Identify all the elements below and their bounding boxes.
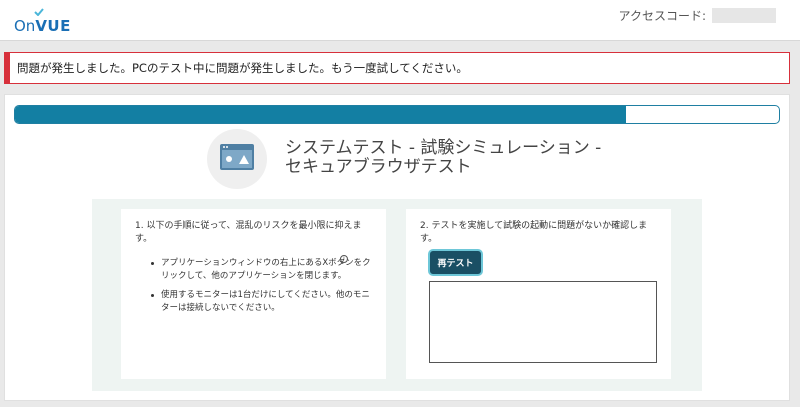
instruction-item: 使用するモニターは1台だけにしてください。他のモニターは接続しないでください。 <box>151 290 370 313</box>
page-title-line2: セキュアブラウザテスト <box>285 157 472 177</box>
progress-fill <box>15 106 627 123</box>
retest-card: 2. テストを実施して試験の起動に問題がないか確認します。 再テスト <box>406 209 671 379</box>
access-code: アクセスコード: <box>619 7 776 23</box>
logo-text-on: On <box>14 17 36 35</box>
access-code-value <box>712 7 776 23</box>
browser-window-icon <box>207 129 267 189</box>
header-bar: On VUE アクセスコード: <box>0 0 800 41</box>
browser-window-icon-graphic <box>220 144 254 170</box>
step-2-text: 2. テストを実施して試験の起動に問題がないか確認します。 <box>420 221 648 244</box>
page-title: システムテスト - 試験シミュレーション - セキュアブラウザテスト <box>285 139 625 177</box>
progress-bar <box>14 105 780 124</box>
instruction-list: アプリケーションウィンドウの右上にあるXボタンをクリックして、他のアプリケーショ… <box>151 257 371 321</box>
onvue-logo: On VUE <box>14 8 71 35</box>
instructions-card: 1. 以下の手順に従って、混乱のリスクを最小限に抑えます。 アプリケーションウィ… <box>121 209 386 379</box>
retest-button[interactable]: 再テスト <box>428 249 483 276</box>
info-icon[interactable]: i <box>340 255 348 263</box>
alert-accent-bar <box>5 53 10 83</box>
system-test-panel: システムテスト - 試験シミュレーション - セキュアブラウザテスト 1. 以下… <box>4 94 790 401</box>
test-result-box <box>429 281 657 363</box>
alert-message: 問題が発生しました。PCのテスト中に問題が発生しました。もう一度試してください。 <box>17 61 468 75</box>
error-alert: 問題が発生しました。PCのテスト中に問題が発生しました。もう一度試してください。 <box>4 52 790 84</box>
access-code-label: アクセスコード: <box>618 8 706 23</box>
step-1-text: 1. 以下の手順に従って、混乱のリスクを最小限に抑えます。 <box>135 221 362 244</box>
logo-text-vue: VUE <box>35 17 71 35</box>
logo-check-icon <box>34 8 44 16</box>
instructions-area: 1. 以下の手順に従って、混乱のリスクを最小限に抑えます。 アプリケーションウィ… <box>92 199 702 391</box>
page-title-line1: システムテスト - 試験シミュレーション - <box>285 138 602 158</box>
